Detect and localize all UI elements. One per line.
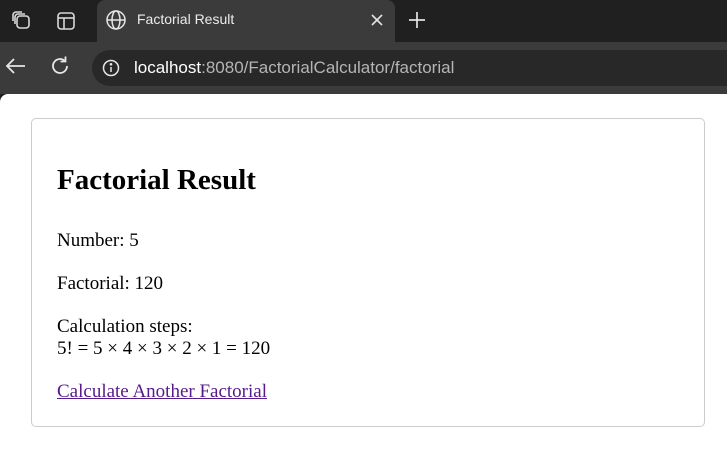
reload-icon[interactable] xyxy=(48,54,72,78)
back-icon[interactable] xyxy=(4,54,28,78)
calculate-another-link[interactable]: Calculate Another Factorial xyxy=(57,381,267,403)
new-tab-icon[interactable] xyxy=(406,9,428,31)
url-host: localhost xyxy=(134,58,202,77)
tab-title: Factorial Result xyxy=(137,11,235,27)
steps-label: Calculation steps: xyxy=(57,316,193,337)
result-card: Factorial Result Number: 5 Factorial: 12… xyxy=(31,118,705,427)
steps-formula: 5! = 5 × 4 × 3 × 2 × 1 = 120 xyxy=(57,338,271,359)
tab-strip: Factorial Result xyxy=(0,0,727,42)
url-path: :8080/FactorialCalculator/factorial xyxy=(201,58,455,77)
globe-icon xyxy=(105,9,127,31)
tab-factorial-result[interactable]: Factorial Result xyxy=(97,0,395,42)
site-info-icon[interactable] xyxy=(102,59,120,77)
page-title: Factorial Result xyxy=(57,164,256,196)
tab-actions-icon[interactable] xyxy=(54,9,78,33)
browser-toolbar: localhost:8080/FactorialCalculator/facto… xyxy=(0,42,727,94)
page-viewport: Factorial Result Number: 5 Factorial: 12… xyxy=(0,94,727,452)
url-text: localhost:8080/FactorialCalculator/facto… xyxy=(134,58,454,78)
workspaces-icon[interactable] xyxy=(10,9,34,33)
address-bar[interactable]: localhost:8080/FactorialCalculator/facto… xyxy=(92,50,727,86)
factorial-text: Factorial: 120 xyxy=(57,273,164,294)
close-tab-icon[interactable] xyxy=(369,12,385,28)
number-text: Number: 5 xyxy=(57,230,139,251)
